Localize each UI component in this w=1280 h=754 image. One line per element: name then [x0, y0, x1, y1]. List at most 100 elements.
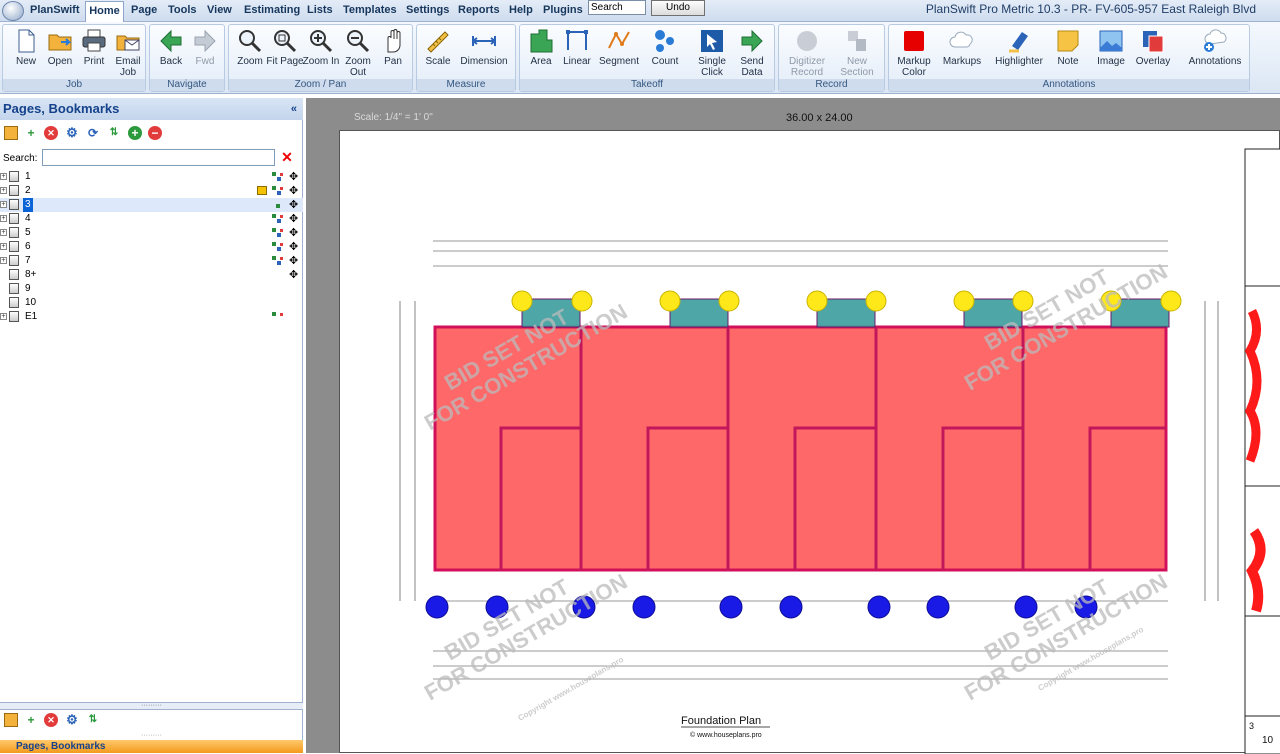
bookmark-folder-icon[interactable] [4, 713, 18, 727]
app-menu-orb[interactable] [2, 1, 24, 21]
page-search-input[interactable] [42, 149, 275, 166]
menu-view[interactable]: View [207, 4, 232, 16]
page-row[interactable]: + 2 ✥ [0, 184, 303, 198]
note-button[interactable]: Note [1047, 27, 1089, 81]
annotations-button[interactable]: Annotations [1185, 27, 1245, 81]
pan-button[interactable]: Pan [372, 27, 414, 81]
highlighter-button[interactable]: Highlighter [993, 27, 1045, 81]
scale-button[interactable]: Scale [417, 27, 459, 81]
collapse-pane-icon[interactable]: « [291, 98, 297, 120]
menu-settings[interactable]: Settings [406, 4, 449, 16]
pane-splitter[interactable]: ········· [0, 702, 303, 710]
move-icon[interactable]: ✥ [289, 170, 298, 184]
markup-layers-icon[interactable] [272, 242, 284, 252]
move-icon[interactable]: ✥ [289, 212, 298, 226]
move-icon[interactable]: ✥ [289, 184, 298, 198]
clear-search-icon[interactable]: ✕ [280, 150, 294, 164]
page-icon [9, 199, 19, 210]
single-click-button[interactable]: Single Click [691, 27, 733, 81]
add-page-icon[interactable]: + [24, 126, 38, 140]
menu-templates[interactable]: Templates [343, 4, 397, 16]
overlay-pages-icon [1143, 31, 1164, 53]
move-icon[interactable]: ✥ [289, 198, 298, 212]
refresh-icon[interactable]: ⟳ [86, 126, 100, 140]
expand-icon[interactable]: + [0, 173, 7, 180]
page-icon [9, 269, 19, 280]
markup-layers-icon[interactable] [272, 228, 284, 238]
move-icon[interactable]: ✥ [289, 240, 298, 254]
document-viewer[interactable]: Scale: 1/4" = 1' 0" 36.00 x 24.00 BID SE… [306, 98, 1280, 754]
digitizer-record-button[interactable]: Digitizer Record [783, 27, 831, 81]
menu-page[interactable]: Page [131, 4, 157, 16]
expand-icon[interactable]: + [0, 201, 7, 208]
bookmark-gear-icon[interactable]: ⚙ [65, 713, 79, 727]
new-section-button[interactable]: New Section [833, 27, 881, 81]
page-row[interactable]: + 5 ✥ [0, 226, 303, 240]
page-row-selected[interactable]: + 3 ✥ [0, 198, 303, 212]
email-job-button[interactable]: Email Job [107, 27, 149, 81]
page-icon [9, 171, 19, 182]
expand-icon[interactable]: + [0, 243, 7, 250]
overlay-button[interactable]: Overlay [1132, 27, 1174, 81]
folder-icon[interactable] [4, 126, 18, 140]
send-data-button[interactable]: Send Data [731, 27, 773, 81]
markup-layers-icon[interactable] [272, 312, 284, 322]
printer-icon [82, 29, 106, 52]
markup-layers-icon[interactable] [272, 214, 284, 224]
tab-grip[interactable]: ········· [0, 732, 303, 740]
expand-icon[interactable]: + [0, 215, 7, 222]
move-icon[interactable]: ✥ [289, 226, 298, 240]
menu-help[interactable]: Help [509, 4, 533, 16]
collapse-all-icon[interactable]: − [148, 126, 162, 140]
markup-layers-icon[interactable] [272, 186, 284, 196]
highlight-marker-icon[interactable] [257, 186, 267, 195]
page-row[interactable]: + 1 ✥ [0, 170, 303, 184]
delete-bookmark-icon[interactable]: ✕ [44, 713, 58, 727]
page-row[interactable]: + 4 ✥ [0, 212, 303, 226]
count-button[interactable]: Count [644, 27, 686, 81]
page-row[interactable]: 9 [0, 282, 303, 296]
properties-gear-icon[interactable]: ⚙ [65, 126, 79, 140]
image-button[interactable]: Image [1090, 27, 1132, 81]
expand-icon[interactable]: + [0, 313, 7, 320]
undo-button[interactable]: Undo [651, 0, 705, 16]
sort-icon[interactable]: ⇅ [107, 126, 121, 140]
bookmark-sort-icon[interactable]: ⇅ [86, 713, 100, 727]
expand-icon[interactable]: + [0, 257, 7, 264]
expand-icon[interactable]: + [0, 229, 7, 236]
plan-sheet[interactable]: BID SET NOT FOR CONSTRUCTION BID SET NOT… [339, 130, 1280, 754]
markup-layers-icon[interactable] [272, 200, 284, 210]
markup-layers-icon[interactable] [272, 172, 284, 182]
foundation-plan-drawing[interactable]: BID SET NOT FOR CONSTRUCTION BID SET NOT… [340, 131, 1280, 754]
expand-icon[interactable]: + [0, 187, 7, 194]
app-name-menu[interactable]: PlanSwift [30, 4, 80, 16]
markup-color-button[interactable]: Markup Color [891, 27, 937, 81]
linear-button[interactable]: Linear [556, 27, 598, 81]
move-icon[interactable]: ✥ [289, 254, 298, 268]
segment-button[interactable]: Segment [596, 27, 642, 81]
forward-button[interactable]: Fwd [184, 27, 226, 81]
delete-page-icon[interactable]: ✕ [44, 126, 58, 140]
page-row[interactable]: + 7 ✥ [0, 254, 303, 268]
page-row[interactable]: 8+ ✥ [0, 268, 303, 282]
move-icon[interactable]: ✥ [289, 268, 298, 282]
page-row[interactable]: 10 [0, 296, 303, 310]
add-bookmark-icon[interactable]: + [24, 713, 38, 727]
markup-layers-icon[interactable] [272, 256, 284, 266]
markups-button[interactable]: Markups [939, 27, 985, 81]
page-row[interactable]: + 6 ✥ [0, 240, 303, 254]
record-circle-icon [797, 31, 817, 51]
pages-bookmarks-tab[interactable]: Pages, Bookmarks [0, 740, 303, 753]
search-input[interactable]: Search [588, 0, 646, 15]
menu-tools[interactable]: Tools [168, 4, 197, 16]
dimension-button[interactable]: Dimension [459, 27, 509, 81]
menu-estimating[interactable]: Estimating [244, 4, 300, 16]
menu-home[interactable]: Home [85, 1, 124, 22]
menu-plugins[interactable]: Plugins [543, 4, 583, 16]
expand-all-icon[interactable]: + [128, 126, 142, 140]
zoom-in-button[interactable]: Zoom In [300, 27, 342, 81]
menu-lists[interactable]: Lists [307, 4, 333, 16]
page-row[interactable]: + E1 [0, 310, 303, 324]
menu-reports[interactable]: Reports [458, 4, 500, 16]
linear-path-icon [566, 30, 588, 50]
